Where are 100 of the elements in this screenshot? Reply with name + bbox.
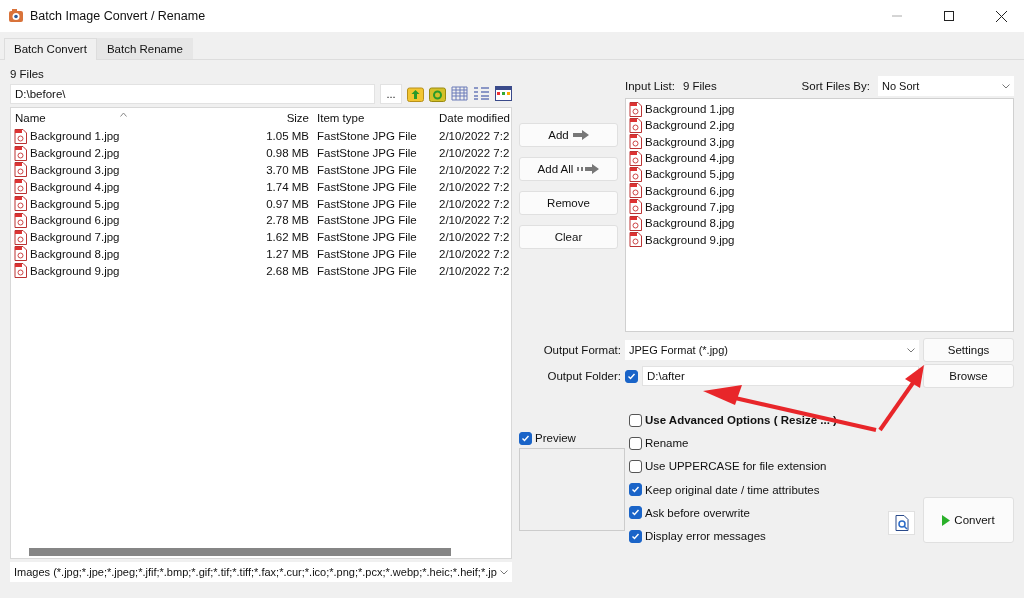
table-cell: Background 6.jpg: [30, 214, 120, 227]
column-header[interactable]: Size: [235, 112, 313, 124]
settings-button[interactable]: Settings: [923, 338, 1014, 362]
output-folder-field[interactable]: D:\after: [642, 366, 919, 386]
table-cell-text: 1.05 MB: [265, 130, 310, 143]
list-item[interactable]: Background 3.jpg: [645, 135, 735, 148]
folder-up-icon[interactable]: [407, 85, 424, 102]
maximize-icon: [944, 11, 954, 21]
list-item[interactable]: Background 7.jpg: [645, 200, 735, 213]
image-file-icon: [14, 196, 27, 212]
image-file-icon: [629, 199, 642, 215]
convert-button[interactable]: Convert: [923, 497, 1014, 544]
table-cell-text: FastStone JPG File: [316, 147, 418, 160]
table-cell: Background 3.jpg: [30, 164, 120, 176]
table-cell: Background 1.jpg: [30, 130, 120, 143]
thumbnail-view-icon[interactable]: [495, 86, 512, 101]
image-file-icon: [14, 229, 27, 245]
image-file-icon: [629, 183, 642, 199]
option-label: Display error messages: [645, 530, 766, 543]
scrollbar-thumb[interactable]: [29, 548, 451, 556]
play-icon: [942, 514, 951, 526]
table-cell-text: 2/10/2022 7:2: [438, 180, 511, 193]
list-action-button[interactable]: Add: [519, 123, 618, 147]
file-filter-dropdown[interactable]: Images (*.jpg;*.jpe;*.jpeg;*.jfif;*.bmp;*.gif;*.tif;*.tiff;*.fax;*.cur;*.ico;*.png;*.pcx;*.webp;*.heic;*.heif;*.jp: [10, 562, 512, 582]
checkbox[interactable]: [625, 369, 638, 383]
app-logo-icon: [8, 8, 24, 24]
checkbox[interactable]: [629, 529, 642, 543]
browse-button[interactable]: Browse: [923, 364, 1014, 388]
path-field[interactable]: D:\before\: [10, 83, 375, 104]
image-file-icon: [14, 212, 27, 228]
table-cell-text: 2/10/2022 7:2: [438, 147, 511, 160]
list-item[interactable]: Background 4.jpg: [645, 152, 735, 165]
table-cell-text: 2/10/2022 7:2: [438, 231, 511, 244]
image-file-icon: [629, 166, 642, 182]
table-cell-text: 3.70 MB: [265, 164, 310, 176]
output-folder-label: Output Folder:: [546, 370, 621, 382]
option-label: Rename: [645, 437, 689, 450]
list-action-button[interactable]: Remove: [519, 191, 618, 215]
option-label: Keep original date / time attributes: [645, 483, 820, 496]
list-item[interactable]: Background 9.jpg: [645, 233, 735, 246]
table-cell-text: 1.74 MB: [265, 180, 310, 193]
checkbox[interactable]: [629, 413, 642, 427]
list-item[interactable]: Background 5.jpg: [645, 168, 735, 181]
sort-label: Sort Files By:: [801, 80, 870, 92]
sort-dropdown[interactable]: No Sort: [878, 76, 1014, 96]
preview-label: Preview: [535, 432, 576, 445]
table-cell-text: 1.27 MB: [265, 247, 310, 260]
checkbox[interactable]: [629, 483, 642, 497]
tab[interactable]: Batch Rename: [96, 38, 193, 59]
table-cell-text: 2/10/2022 7:2: [438, 214, 511, 227]
option-label: Use UPPERCASE for file extension: [645, 460, 827, 473]
checkmark-icon: [631, 508, 640, 518]
table-cell: Background 2.jpg: [30, 147, 120, 160]
checkmark-icon: [521, 433, 530, 443]
column-header[interactable]: Name: [11, 112, 235, 124]
preview-button[interactable]: [888, 511, 915, 536]
image-file-icon: [14, 162, 27, 178]
checkbox[interactable]: [629, 459, 642, 473]
table-cell: Background 9.jpg: [30, 264, 120, 277]
table-cell-text: 2.78 MB: [265, 214, 310, 227]
list-item[interactable]: Background 8.jpg: [645, 217, 735, 230]
checkmark-icon: [631, 531, 640, 541]
list-item[interactable]: Background 1.jpg: [645, 103, 735, 116]
document-search-icon: [894, 515, 909, 532]
list-action-button[interactable]: Clear: [519, 225, 618, 249]
table-cell-text: FastStone JPG File: [316, 164, 418, 176]
table-cell-text: FastStone JPG File: [316, 247, 418, 260]
table-cell-text: 0.98 MB: [265, 147, 310, 160]
checkmark-icon: [631, 485, 640, 495]
close-icon: [995, 10, 1007, 22]
list-item[interactable]: Background 6.jpg: [645, 184, 735, 197]
table-cell-text: FastStone JPG File: [316, 180, 418, 193]
tab[interactable]: Batch Convert: [4, 38, 97, 60]
checkbox[interactable]: [629, 436, 642, 450]
input-list-label: Input List:: [625, 80, 675, 92]
table-cell-text: FastStone JPG File: [316, 264, 418, 277]
image-file-icon: [629, 150, 642, 166]
caret-icon: [500, 569, 508, 575]
table-cell-text: 2/10/2022 7:2: [438, 164, 511, 176]
output-format-dropdown[interactable]: JPEG Format (*.jpg): [625, 340, 919, 360]
column-header[interactable]: Item type: [313, 112, 435, 124]
caret-icon: [907, 347, 915, 353]
image-file-icon: [629, 232, 642, 247]
arrow-icon: [572, 130, 589, 140]
image-file-icon: [14, 128, 27, 144]
list-item[interactable]: Background 2.jpg: [645, 119, 735, 132]
checkmark-icon: [627, 371, 636, 381]
list-action-button[interactable]: Add All: [519, 157, 618, 181]
table-cell-text: 2/10/2022 7:2: [438, 197, 511, 210]
table-cell-text: 1.62 MB: [265, 231, 310, 244]
table-cell: Background 4.jpg: [30, 180, 120, 193]
caret-icon: [1002, 83, 1010, 89]
option-label: Ask before overwrite: [645, 506, 750, 519]
checkbox[interactable]: [519, 431, 532, 445]
table-cell-text: 2/10/2022 7:2: [438, 247, 511, 260]
checkbox[interactable]: [629, 506, 642, 520]
output-format-label: Output Format:: [542, 344, 621, 356]
column-header[interactable]: Date modified: [435, 112, 511, 124]
image-file-icon: [629, 101, 642, 117]
browse-button[interactable]: ...: [380, 83, 402, 104]
